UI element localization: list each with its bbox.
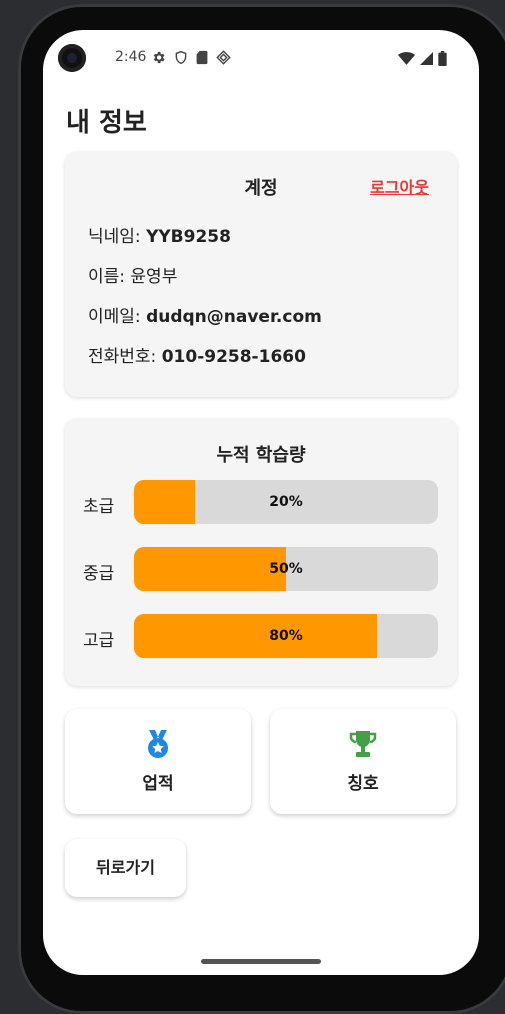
- level-row-beginner: 초급 20%: [65, 480, 457, 524]
- battery-icon: [438, 51, 447, 66]
- email-value: dudqn@naver.com: [146, 307, 322, 327]
- name-row: 이름: 윤영부: [88, 262, 177, 287]
- status-bar: 2:46: [43, 30, 479, 88]
- email-row: 이메일: dudqn@naver.com: [88, 302, 322, 327]
- cast-icon: [216, 50, 231, 65]
- nickname-label: 닉네임:: [88, 227, 147, 247]
- level-label: 고급: [83, 631, 115, 651]
- app-screen: 2:46 내 정보 계정 로그아웃 닉네임: YYB9258 이름: 윤영부 이…: [43, 30, 479, 975]
- logout-link[interactable]: 로그아웃: [370, 174, 429, 198]
- page-title: 내 정보: [66, 108, 147, 138]
- back-button[interactable]: 뒤로가기: [65, 839, 186, 897]
- shield-icon: [175, 50, 187, 65]
- level-label: 초급: [83, 497, 115, 517]
- titles-label: 칭호: [347, 774, 379, 794]
- medal-icon: [148, 730, 168, 758]
- titles-button[interactable]: 칭호: [270, 709, 456, 814]
- progress-bar: 80%: [134, 614, 438, 658]
- status-time: 2:46: [115, 49, 147, 65]
- sd-card-icon: [196, 50, 208, 65]
- level-label: 중급: [83, 564, 115, 584]
- progress-text: 80%: [269, 628, 303, 644]
- status-icons-right: [398, 51, 447, 66]
- achievements-button[interactable]: 업적: [65, 709, 251, 814]
- home-indicator[interactable]: [201, 959, 321, 964]
- progress-bar: 20%: [134, 480, 438, 524]
- camera-cutout: [58, 44, 86, 72]
- gear-icon: [153, 51, 165, 64]
- phone-label: 전화번호:: [88, 347, 162, 367]
- study-progress-card: 누적 학습량 초급 20% 중급 50% 고급 80%: [65, 419, 457, 686]
- wifi-icon: [398, 52, 415, 65]
- trophy-icon: [349, 731, 377, 757]
- status-icons-left: [151, 50, 231, 65]
- phone-value: 010-9258-1660: [161, 347, 306, 367]
- level-row-intermediate: 중급 50%: [65, 547, 457, 591]
- progress-text: 50%: [269, 561, 303, 577]
- nickname-row: 닉네임: YYB9258: [88, 222, 231, 247]
- study-title: 누적 학습량: [216, 445, 306, 466]
- progress-bar: 50%: [134, 547, 438, 591]
- name-value: 윤영부: [130, 267, 178, 287]
- level-row-advanced: 고급 80%: [65, 614, 457, 658]
- phone-row: 전화번호: 010-9258-1660: [88, 342, 306, 367]
- name-label: 이름:: [88, 267, 131, 287]
- progress-text: 20%: [269, 494, 303, 510]
- signal-icon: [420, 52, 433, 65]
- achievements-label: 업적: [142, 774, 174, 794]
- account-card: 계정 로그아웃 닉네임: YYB9258 이름: 윤영부 이메일: dudqn@…: [65, 152, 457, 397]
- nickname-value: YYB9258: [146, 227, 231, 247]
- email-label: 이메일:: [88, 307, 147, 327]
